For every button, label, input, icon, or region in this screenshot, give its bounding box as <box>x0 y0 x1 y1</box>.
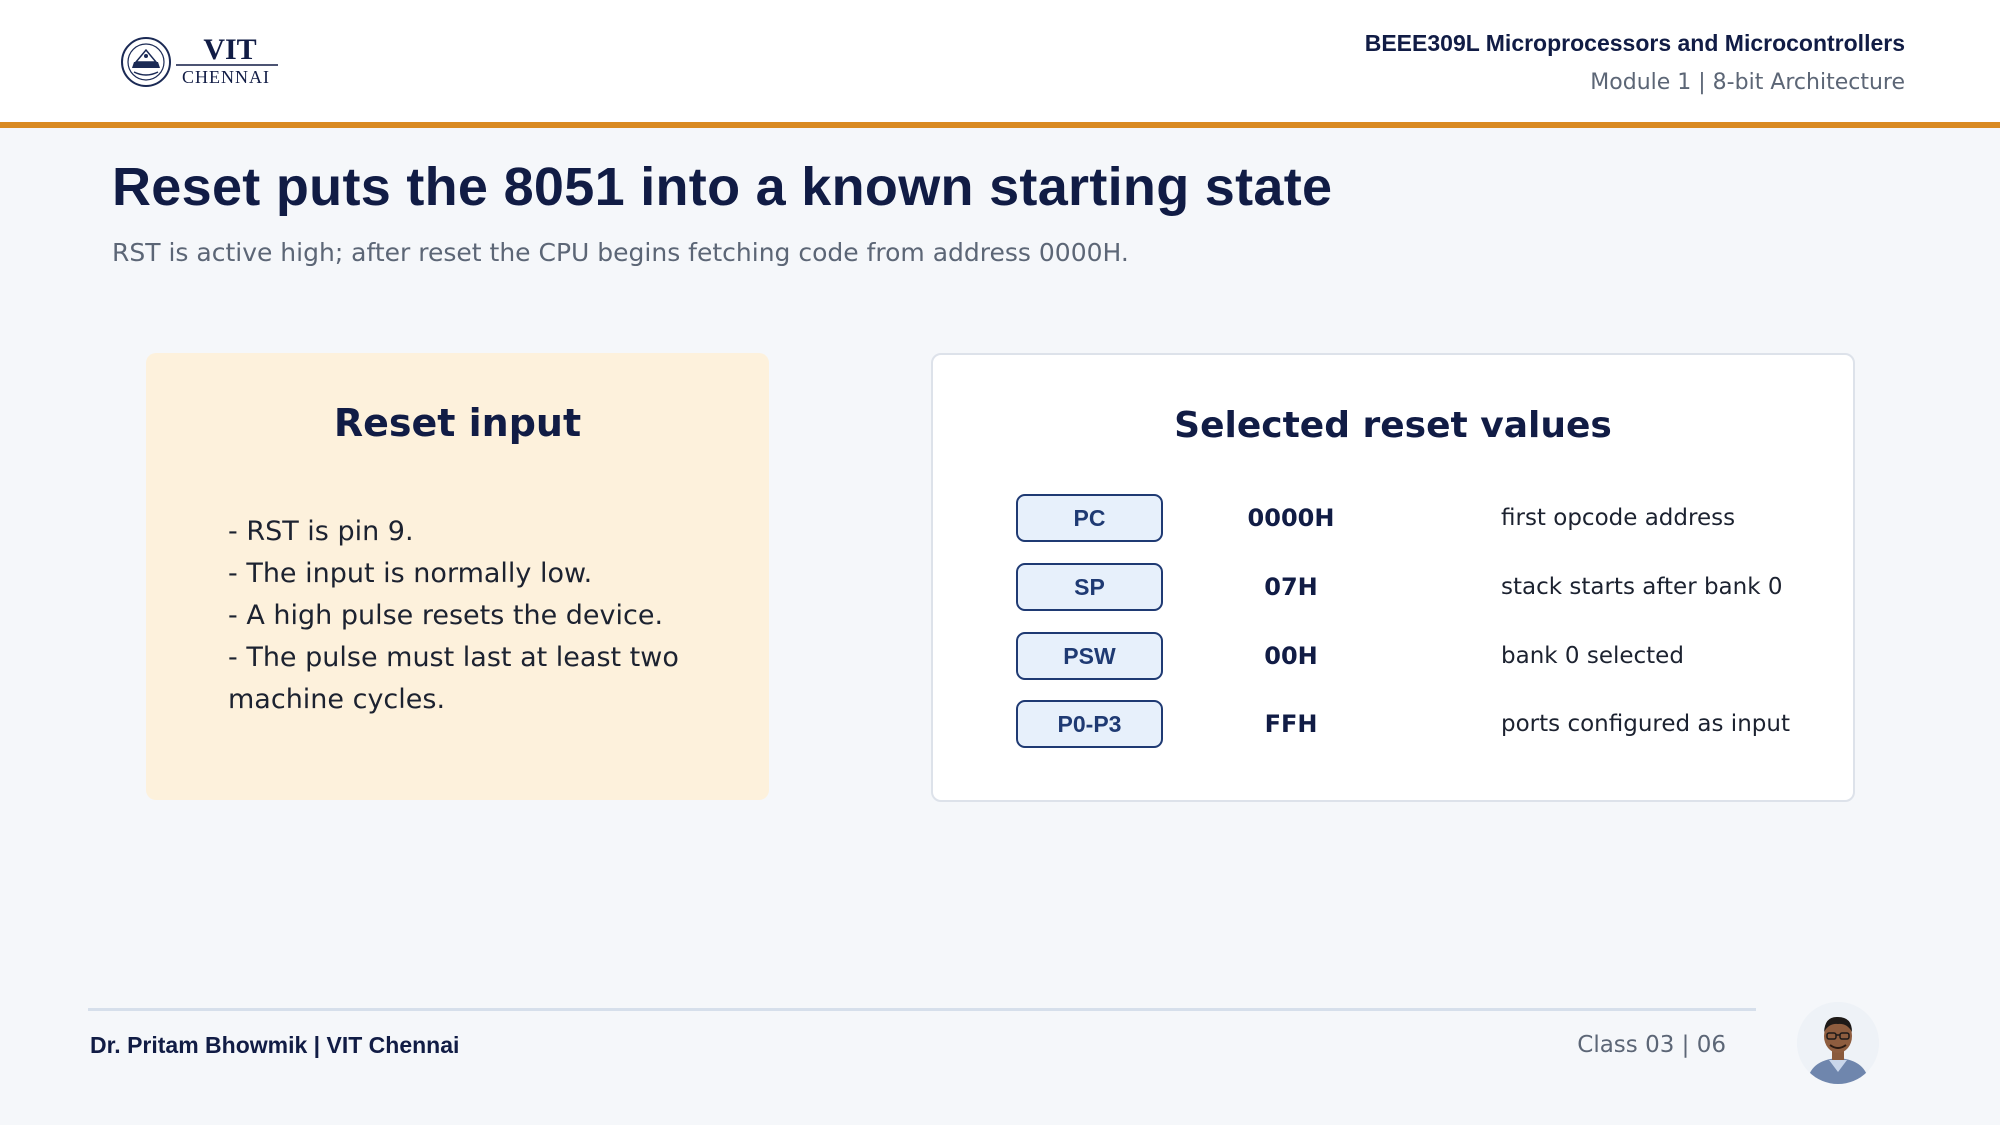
reset-values-title: Selected reset values <box>1174 405 1612 446</box>
list-item: - The input is normally low. <box>228 558 593 589</box>
reset-input-title: Reset input <box>333 401 582 445</box>
register-value: 07H <box>1264 573 1318 601</box>
slide-title: Reset puts the 8051 into a known startin… <box>112 157 1333 217</box>
class-page-number: Class 03 | 06 <box>1577 1032 1726 1058</box>
register-description: stack starts after bank 0 <box>1501 574 1783 600</box>
reset-value-row: PC 0000H first opcode address <box>1016 494 1796 542</box>
list-item: - The pulse must last at least two machi… <box>228 642 679 715</box>
header-accent-rule <box>0 122 2000 128</box>
reset-value-row: SP 07H stack starts after bank 0 <box>1016 563 1796 611</box>
list-item: - A high pulse resets the device. <box>228 600 664 631</box>
list-item: - RST is pin 9. <box>228 516 414 547</box>
register-description: bank 0 selected <box>1501 643 1684 669</box>
slide-header: VIT CHENNAI BEEE309L Microprocessors and… <box>0 0 2000 122</box>
register-badge: PC <box>1016 494 1163 542</box>
register-badge: P0-P3 <box>1016 700 1163 748</box>
reset-values-panel: Selected reset values PC 0000H first opc… <box>931 353 1855 802</box>
register-badge: PSW <box>1016 632 1163 680</box>
logo-name: VIT <box>203 33 256 66</box>
module-label: Module 1 | 8-bit Architecture <box>1590 70 1905 95</box>
footer-rule <box>88 1008 1756 1011</box>
register-value: FFH <box>1264 710 1318 738</box>
register-value: 00H <box>1264 642 1318 670</box>
reset-input-list: - RST is pin 9. - The input is normally … <box>228 511 688 721</box>
reset-value-row: P0-P3 FFH ports configured as input <box>1016 700 1796 748</box>
presenter-name: Dr. Pritam Bhowmik | VIT Chennai <box>90 1032 460 1058</box>
vit-logo: VIT CHENNAI <box>118 32 288 92</box>
register-badge: SP <box>1016 563 1163 611</box>
course-title: BEEE309L Microprocessors and Microcontro… <box>1364 30 1905 56</box>
register-value: 0000H <box>1247 504 1335 532</box>
slide-subtitle: RST is active high; after reset the CPU … <box>112 238 1129 267</box>
reset-value-row: PSW 00H bank 0 selected <box>1016 632 1796 680</box>
presenter-avatar-icon <box>1797 1002 1879 1084</box>
reset-input-panel: Reset input - RST is pin 9. - The input … <box>146 353 769 800</box>
logo-campus: CHENNAI <box>182 67 270 87</box>
register-description: first opcode address <box>1501 505 1736 531</box>
register-description: ports configured as input <box>1501 711 1790 737</box>
